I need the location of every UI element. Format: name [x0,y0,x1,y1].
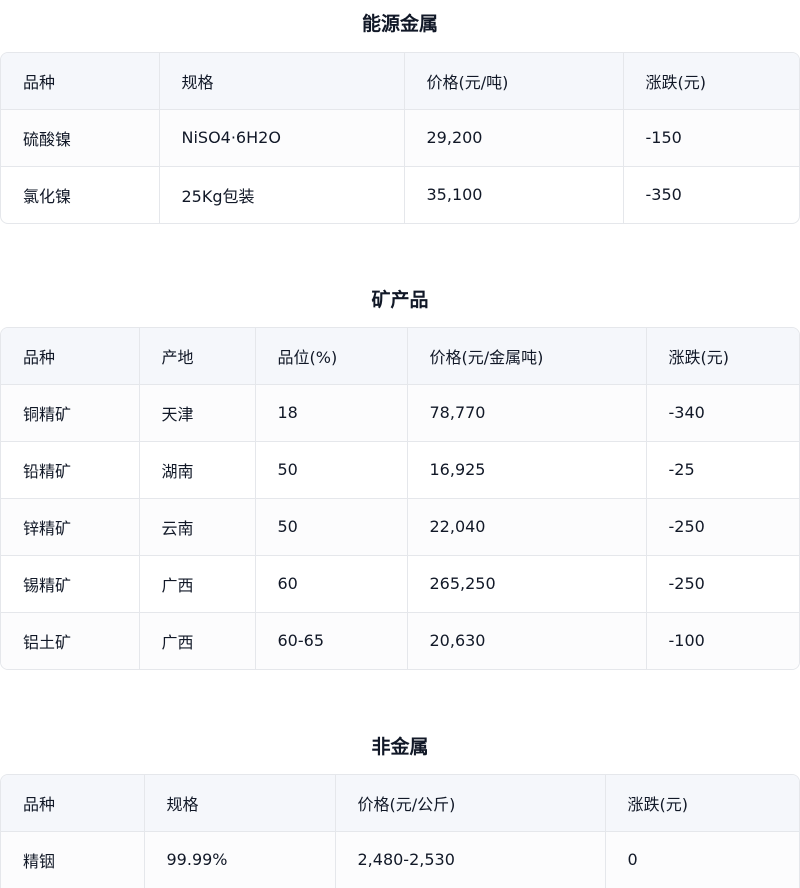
table-cell: -250 [646,554,799,612]
table-cell: -350 [623,165,799,223]
section-title: 非金属 [371,736,429,758]
table-cell: 60 [255,554,408,612]
table-cell: 铜精矿 [1,383,140,441]
table-header-row: 品种 规格 价格(元/公斤) 涨跌(元) [1,775,799,831]
non-metals-table-card: 品种 规格 价格(元/公斤) 涨跌(元) 精铟 99.99% 2,480-2,5… [0,774,800,888]
table-cell: 锡精矿 [1,554,140,612]
table-row: 铅精矿 湖南 50 16,925 -25 [1,440,799,498]
column-header: 品种 [1,775,145,831]
section-energy-metals: 能源金属 品种 规格 价格(元/吨) 涨跌(元) 硫酸镍 NiSO4·6H2O … [0,4,800,224]
table-cell: 35,100 [404,165,624,223]
energy-metals-table-card: 品种 规格 价格(元/吨) 涨跌(元) 硫酸镍 NiSO4·6H2O 29,20… [0,52,800,224]
mineral-products-table: 品种 产地 品位(%) 价格(元/金属吨) 涨跌(元) 铜精矿 天津 18 78… [1,328,799,669]
section-mineral-products: 矿产品 品种 产地 品位(%) 价格(元/金属吨) 涨跌(元) 铜精矿 天津 1… [0,280,800,670]
table-cell: -25 [646,440,799,498]
section-title: 矿产品 [371,289,429,311]
table-cell: -150 [623,108,799,166]
section-non-metals: 非金属 品种 规格 价格(元/公斤) 涨跌(元) 精铟 99.99% 2,480… [0,727,800,888]
column-header: 品种 [1,328,140,384]
column-header: 价格(元/公斤) [335,775,606,831]
table-cell: 20,630 [407,611,647,669]
table-cell: 广西 [139,611,256,669]
mineral-products-table-card: 品种 产地 品位(%) 价格(元/金属吨) 涨跌(元) 铜精矿 天津 18 78… [0,327,800,670]
table-row: 锌精矿 云南 50 22,040 -250 [1,497,799,555]
table-cell: 精铟 [1,830,145,888]
table-cell: 硫酸镍 [1,108,160,166]
column-header: 产地 [139,328,256,384]
column-header: 涨跌(元) [605,775,799,831]
table-cell: 78,770 [407,383,647,441]
table-cell: 25Kg包装 [159,165,405,223]
table-row: 氯化镍 25Kg包装 35,100 -350 [1,165,799,223]
table-row: 铝土矿 广西 60-65 20,630 -100 [1,611,799,669]
table-cell: 99.99% [144,830,336,888]
table-cell: 22,040 [407,497,647,555]
table-cell: 2,480-2,530 [335,830,606,888]
table-row: 精铟 99.99% 2,480-2,530 0 [1,830,799,888]
table-cell: 广西 [139,554,256,612]
table-row: 锡精矿 广西 60 265,250 -250 [1,554,799,612]
section-title: 能源金属 [361,13,438,35]
table-cell: 0 [605,830,799,888]
table-cell: 50 [255,497,408,555]
table-cell: 天津 [139,383,256,441]
table-header-row: 品种 产地 品位(%) 价格(元/金属吨) 涨跌(元) [1,328,799,384]
table-cell: 湖南 [139,440,256,498]
table-cell: 60-65 [255,611,408,669]
table-cell: -250 [646,497,799,555]
column-header: 涨跌(元) [646,328,799,384]
table-cell: 铝土矿 [1,611,140,669]
table-cell: -100 [646,611,799,669]
table-cell: NiSO4·6H2O [159,108,405,166]
table-cell: 氯化镍 [1,165,160,223]
column-header: 涨跌(元) [623,53,799,109]
table-row: 硫酸镍 NiSO4·6H2O 29,200 -150 [1,108,799,166]
table-cell: 云南 [139,497,256,555]
table-row: 铜精矿 天津 18 78,770 -340 [1,383,799,441]
column-header: 品位(%) [255,328,408,384]
table-cell: -340 [646,383,799,441]
energy-metals-table: 品种 规格 价格(元/吨) 涨跌(元) 硫酸镍 NiSO4·6H2O 29,20… [1,53,799,223]
table-cell: 铅精矿 [1,440,140,498]
table-cell: 18 [255,383,408,441]
column-header: 规格 [144,775,336,831]
table-header-row: 品种 规格 价格(元/吨) 涨跌(元) [1,53,799,109]
column-header: 规格 [159,53,405,109]
non-metals-table: 品种 规格 价格(元/公斤) 涨跌(元) 精铟 99.99% 2,480-2,5… [1,775,799,888]
table-cell: 锌精矿 [1,497,140,555]
column-header: 价格(元/金属吨) [407,328,647,384]
column-header: 价格(元/吨) [404,53,624,109]
column-header: 品种 [1,53,160,109]
table-cell: 29,200 [404,108,624,166]
table-cell: 16,925 [407,440,647,498]
table-cell: 50 [255,440,408,498]
table-cell: 265,250 [407,554,647,612]
